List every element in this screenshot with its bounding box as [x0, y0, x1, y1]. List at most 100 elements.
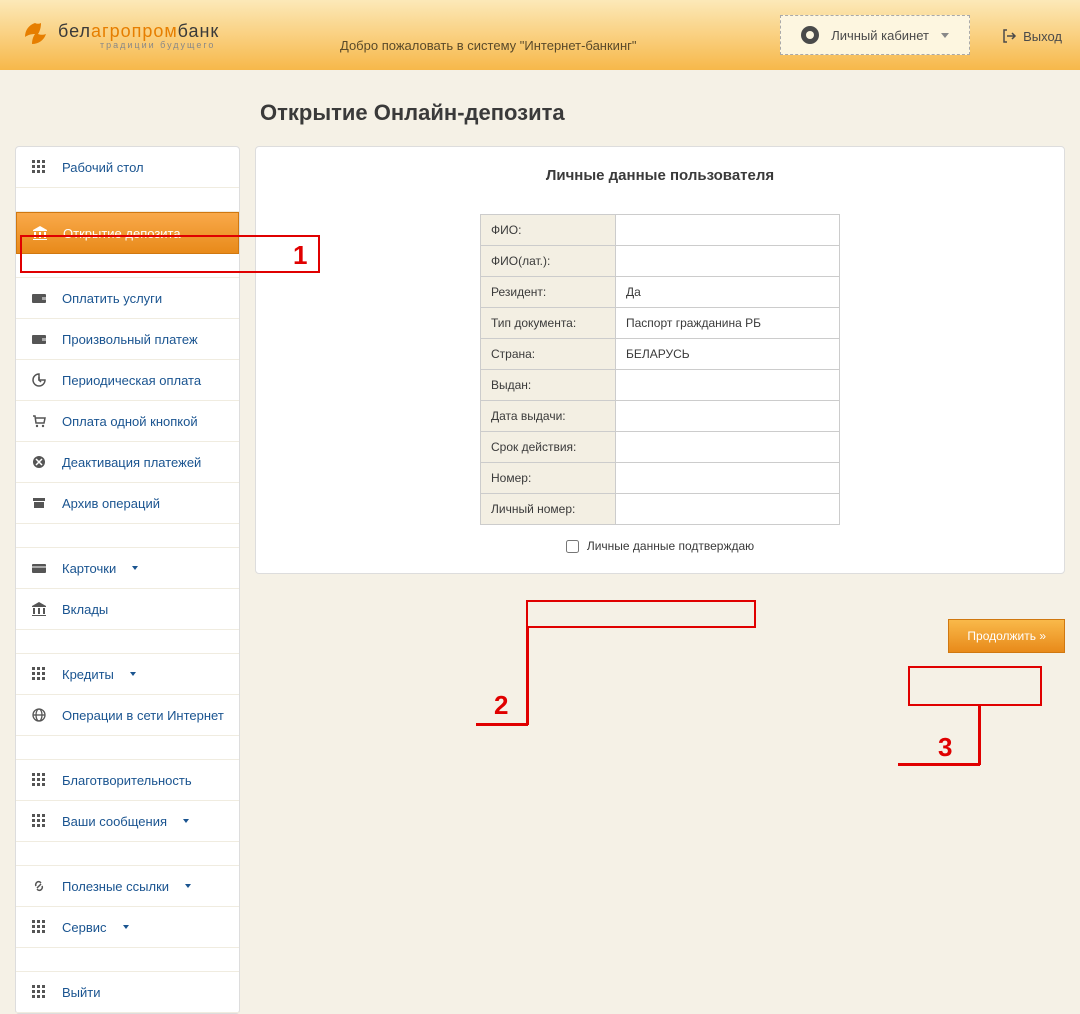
card-icon	[30, 560, 48, 576]
sidebar: Рабочий стол Открытие депозита Оплатить ус…	[15, 146, 240, 1014]
sidebar-item[interactable]: Оплатить услуги	[16, 278, 239, 319]
sidebar-item[interactable]: Рабочий стол	[16, 147, 239, 188]
table-row: ФИО:	[481, 215, 840, 246]
cancel-icon	[30, 454, 48, 470]
annotation-2-line2	[476, 723, 528, 726]
sidebar-item-label: Благотворительность	[62, 773, 192, 788]
confirm-label: Личные данные подтверждаю	[587, 539, 754, 553]
continue-button[interactable]: Продолжить »	[948, 619, 1065, 653]
history-icon	[30, 372, 48, 388]
field-value	[616, 432, 840, 463]
sidebar-item-label: Полезные ссылки	[62, 879, 169, 894]
sidebar-item-label: Ваши сообщения	[62, 814, 167, 829]
chevron-down-icon	[183, 819, 189, 823]
field-value	[616, 215, 840, 246]
sidebar-item[interactable]: Ваши сообщения	[16, 801, 239, 842]
main-content: Личные данные пользователя ФИО:ФИО(лат.)…	[255, 146, 1065, 1014]
table-row: Страна:БЕЛАРУСЬ	[481, 339, 840, 370]
table-row: Резидент:Да	[481, 277, 840, 308]
sidebar-item[interactable]: Выйти	[16, 972, 239, 1013]
cabinet-dropdown[interactable]: Личный кабинет	[780, 15, 970, 55]
logo: белагропромбанк традиции будущего	[20, 20, 219, 50]
field-label: ФИО(лат.):	[481, 246, 616, 277]
cabinet-label: Личный кабинет	[831, 28, 929, 43]
field-label: Номер:	[481, 463, 616, 494]
grid-icon	[30, 919, 48, 935]
field-value: Паспорт гражданина РБ	[616, 308, 840, 339]
sidebar-item[interactable]: Периодическая оплата	[16, 360, 239, 401]
avatar-icon	[801, 26, 819, 44]
sidebar-item-label: Открытие депозита	[63, 226, 181, 241]
sidebar-item[interactable]: Карточки	[16, 548, 239, 589]
field-value	[616, 246, 840, 277]
table-row: ФИО(лат.):	[481, 246, 840, 277]
field-label: Тип документа:	[481, 308, 616, 339]
sidebar-item[interactable]: Деактивация платежей	[16, 442, 239, 483]
link-icon	[30, 878, 48, 894]
sidebar-item-label: Произвольный платеж	[62, 332, 198, 347]
bank-icon	[31, 225, 49, 241]
sidebar-item[interactable]: Вклады	[16, 589, 239, 630]
annotation-2-number: 2	[494, 690, 508, 721]
annotation-2-line	[526, 627, 529, 725]
sidebar-item-label: Деактивация платежей	[62, 455, 201, 470]
wallet-icon	[30, 331, 48, 347]
table-row: Дата выдачи:	[481, 401, 840, 432]
sidebar-item[interactable]: Оплата одной кнопкой	[16, 401, 239, 442]
table-row: Тип документа:Паспорт гражданина РБ	[481, 308, 840, 339]
sidebar-item[interactable]: Операции в сети Интернет	[16, 695, 239, 736]
sidebar-item[interactable]: Благотворительность	[16, 760, 239, 801]
sidebar-item-label: Рабочий стол	[62, 160, 144, 175]
sidebar-item[interactable]: Произвольный платеж	[16, 319, 239, 360]
sidebar-item-label: Операции в сети Интернет	[62, 708, 224, 723]
logo-tagline: традиции будущего	[100, 40, 219, 50]
grid-icon	[30, 772, 48, 788]
grid-icon	[30, 666, 48, 682]
logout-label: Выход	[1023, 29, 1062, 44]
sidebar-item-label: Кредиты	[62, 667, 114, 682]
page-title: Открытие Онлайн-депозита	[260, 100, 1080, 126]
wallet-icon	[30, 290, 48, 306]
field-label: Срок действия:	[481, 432, 616, 463]
field-value	[616, 494, 840, 525]
grid-icon	[30, 159, 48, 175]
sidebar-item[interactable]: Открытие депозита	[16, 212, 239, 254]
sidebar-item[interactable]: Кредиты	[16, 654, 239, 695]
table-row: Выдан:	[481, 370, 840, 401]
annotation-3-line	[978, 705, 981, 765]
sidebar-item[interactable]: Сервис	[16, 907, 239, 948]
field-value: БЕЛАРУСЬ	[616, 339, 840, 370]
confirm-row: Личные данные подтверждаю	[276, 539, 1044, 553]
welcome-text: Добро пожаловать в систему "Интернет-бан…	[340, 38, 636, 53]
table-row: Номер:	[481, 463, 840, 494]
field-label: Дата выдачи:	[481, 401, 616, 432]
sidebar-item-label: Оплатить услуги	[62, 291, 162, 306]
bank-icon	[30, 601, 48, 617]
annotation-1-number: 1	[293, 240, 307, 271]
field-value	[616, 463, 840, 494]
grid-icon	[30, 813, 48, 829]
confirm-checkbox[interactable]	[566, 540, 579, 553]
sidebar-item[interactable]: Архив операций	[16, 483, 239, 524]
sidebar-item-label: Оплата одной кнопкой	[62, 414, 198, 429]
grid-icon	[30, 984, 48, 1000]
app-header: белагропромбанк традиции будущего Добро …	[0, 0, 1080, 70]
exit-icon	[1001, 28, 1017, 44]
user-data-panel: Личные данные пользователя ФИО:ФИО(лат.)…	[255, 146, 1065, 574]
field-label: ФИО:	[481, 215, 616, 246]
field-value	[616, 370, 840, 401]
chevron-down-icon	[941, 33, 949, 38]
table-row: Срок действия:	[481, 432, 840, 463]
field-value: Да	[616, 277, 840, 308]
panel-title: Личные данные пользователя	[276, 167, 1044, 184]
sidebar-item[interactable]: Полезные ссылки	[16, 866, 239, 907]
chevron-down-icon	[130, 672, 136, 676]
field-label: Страна:	[481, 339, 616, 370]
logout-button[interactable]: Выход	[1001, 28, 1062, 44]
archive-icon	[30, 495, 48, 511]
sidebar-item-label: Выйти	[62, 985, 101, 1000]
chevron-down-icon	[185, 884, 191, 888]
logo-icon	[20, 20, 50, 50]
logo-text: белагропромбанк	[58, 21, 219, 42]
sidebar-item-label: Сервис	[62, 920, 107, 935]
